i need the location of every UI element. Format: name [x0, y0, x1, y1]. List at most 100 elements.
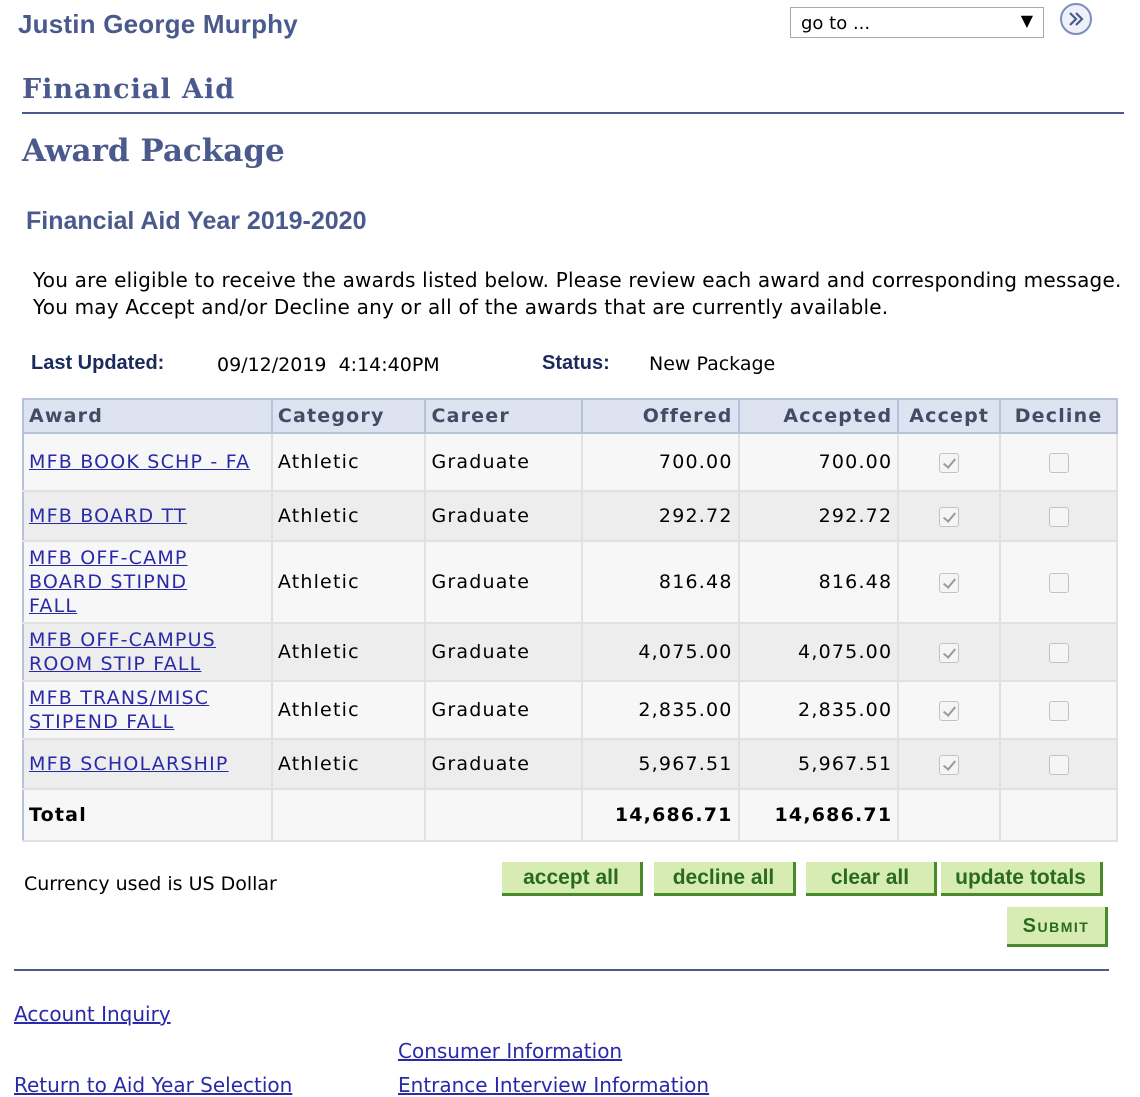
award-link[interactable]: MFB OFF-CAMPUS ROOM STIP FALL — [29, 628, 244, 676]
accept-cell — [898, 433, 1002, 492]
award-link[interactable]: MFB BOOK SCHP - FA — [29, 450, 251, 474]
consumer-information-link[interactable]: Consumer Information — [398, 1039, 622, 1063]
award-link[interactable]: MFB TRANS/MISC STIPEND FALL — [29, 686, 244, 734]
offered-cell: 700.00 — [581, 433, 740, 492]
accept-checkbox[interactable] — [939, 506, 960, 527]
award-link[interactable]: MFB BOARD TT — [29, 505, 187, 527]
decline-checkbox[interactable] — [1048, 506, 1069, 527]
accept-checkbox[interactable] — [939, 700, 960, 721]
decline-checkbox[interactable] — [1048, 754, 1069, 775]
accept-all-button[interactable]: accept all — [502, 862, 643, 896]
column-header-accept: Accept — [898, 399, 1002, 434]
accept-cell — [898, 739, 1002, 790]
update-totals-button[interactable]: update totals — [941, 862, 1103, 896]
table-row: MFB BOOK SCHP - FA Athletic Graduate 700… — [23, 433, 1118, 492]
submit-button[interactable]: Submit — [1007, 907, 1108, 947]
category-cell: Athletic — [271, 739, 427, 790]
total-empty-cell — [898, 789, 1002, 842]
award-cell: MFB SCHOLARSHIP — [23, 739, 273, 790]
career-cell: Graduate — [425, 623, 583, 682]
goto-go-button[interactable] — [1060, 3, 1092, 35]
column-header-category: Category — [271, 399, 427, 434]
last-updated-label: Last Updated: — [31, 352, 165, 374]
total-empty-cell — [1000, 789, 1118, 842]
category-cell: Athletic — [271, 541, 427, 624]
decline-cell — [1000, 433, 1118, 492]
clear-all-button[interactable]: clear all — [806, 862, 937, 896]
account-inquiry-link[interactable]: Account Inquiry — [14, 1002, 171, 1026]
section-title: Financial Aid — [22, 74, 236, 105]
accepted-cell: 4,075.00 — [738, 623, 900, 682]
award-link[interactable]: MFB OFF-CAMP BOARD STIPND FALL — [29, 546, 229, 618]
column-header-offered: Offered — [581, 399, 740, 434]
total-row: Total 14,686.71 14,686.71 — [23, 789, 1118, 842]
footer-divider — [14, 969, 1109, 971]
table-row: MFB OFF-CAMPUS ROOM STIP FALL Athletic G… — [23, 623, 1118, 682]
total-empty-cell — [425, 789, 583, 842]
accept-checkbox[interactable] — [939, 642, 960, 663]
accept-cell — [898, 541, 1002, 624]
decline-all-button[interactable]: decline all — [654, 862, 796, 896]
total-empty-cell — [271, 789, 427, 842]
return-to-aid-year-link[interactable]: Return to Aid Year Selection — [14, 1073, 292, 1097]
award-cell: MFB OFF-CAMPUS ROOM STIP FALL — [23, 623, 273, 682]
decline-cell — [1000, 623, 1118, 682]
goto-dropdown[interactable]: go to ... ▼ — [790, 7, 1044, 38]
student-name: Justin George Murphy — [18, 9, 298, 39]
accepted-cell: 2,835.00 — [738, 681, 900, 740]
status-label: Status: — [542, 352, 610, 374]
column-header-career: Career — [425, 399, 583, 434]
currency-note: Currency used is US Dollar — [24, 873, 277, 895]
decline-cell — [1000, 739, 1118, 790]
decline-cell — [1000, 541, 1118, 624]
award-table: Award Category Career Offered Accepted A… — [22, 398, 1118, 842]
double-chevron-right-icon — [1069, 12, 1084, 26]
award-cell: MFB OFF-CAMP BOARD STIPND FALL — [23, 541, 273, 624]
award-cell: MFB BOARD TT — [23, 491, 273, 542]
category-cell: Athletic — [271, 623, 427, 682]
column-header-decline: Decline — [1000, 399, 1118, 434]
decline-checkbox[interactable] — [1048, 572, 1069, 593]
accept-cell — [898, 491, 1002, 542]
aid-year-heading: Financial Aid Year 2019-2020 — [26, 207, 367, 235]
accepted-cell: 5,967.51 — [738, 739, 900, 790]
award-cell: MFB BOOK SCHP - FA — [23, 433, 273, 492]
table-row: MFB OFF-CAMP BOARD STIPND FALL Athletic … — [23, 541, 1118, 624]
status-value: New Package — [649, 353, 776, 375]
category-cell: Athletic — [271, 681, 427, 740]
table-row: MFB TRANS/MISC STIPEND FALL Athletic Gra… — [23, 681, 1118, 740]
total-label: Total — [23, 789, 273, 842]
column-header-award: Award — [23, 399, 273, 434]
total-offered: 14,686.71 — [581, 789, 740, 842]
decline-checkbox[interactable] — [1048, 700, 1069, 721]
table-header-row: Award Category Career Offered Accepted A… — [23, 399, 1118, 434]
career-cell: Graduate — [425, 491, 583, 542]
decline-checkbox[interactable] — [1048, 642, 1069, 663]
accept-checkbox[interactable] — [939, 754, 960, 775]
accepted-cell: 816.48 — [738, 541, 900, 624]
last-updated-value: 09/12/2019 4:14:40PM — [217, 354, 440, 376]
decline-checkbox[interactable] — [1048, 452, 1069, 473]
career-cell: Graduate — [425, 681, 583, 740]
column-header-accepted: Accepted — [738, 399, 900, 434]
career-cell: Graduate — [425, 433, 583, 492]
offered-cell: 2,835.00 — [581, 681, 740, 740]
accepted-cell: 292.72 — [738, 491, 900, 542]
accept-checkbox[interactable] — [939, 572, 960, 593]
offered-cell: 5,967.51 — [581, 739, 740, 790]
total-accepted: 14,686.71 — [738, 789, 900, 842]
accept-checkbox[interactable] — [939, 452, 960, 473]
dropdown-arrow-icon: ▼ — [1020, 11, 1033, 30]
career-cell: Graduate — [425, 739, 583, 790]
award-cell: MFB TRANS/MISC STIPEND FALL — [23, 681, 273, 740]
goto-selected-value: go to ... — [801, 13, 871, 34]
offered-cell: 816.48 — [581, 541, 740, 624]
award-link[interactable]: MFB SCHOLARSHIP — [29, 753, 229, 775]
intro-text: You are eligible to receive the awards l… — [33, 268, 1122, 319]
entrance-interview-link[interactable]: Entrance Interview Information — [398, 1073, 709, 1097]
category-cell: Athletic — [271, 433, 427, 492]
table-row: MFB BOARD TT Athletic Graduate 292.72 29… — [23, 491, 1118, 542]
career-cell: Graduate — [425, 541, 583, 624]
accept-cell — [898, 623, 1002, 682]
decline-cell — [1000, 491, 1118, 542]
